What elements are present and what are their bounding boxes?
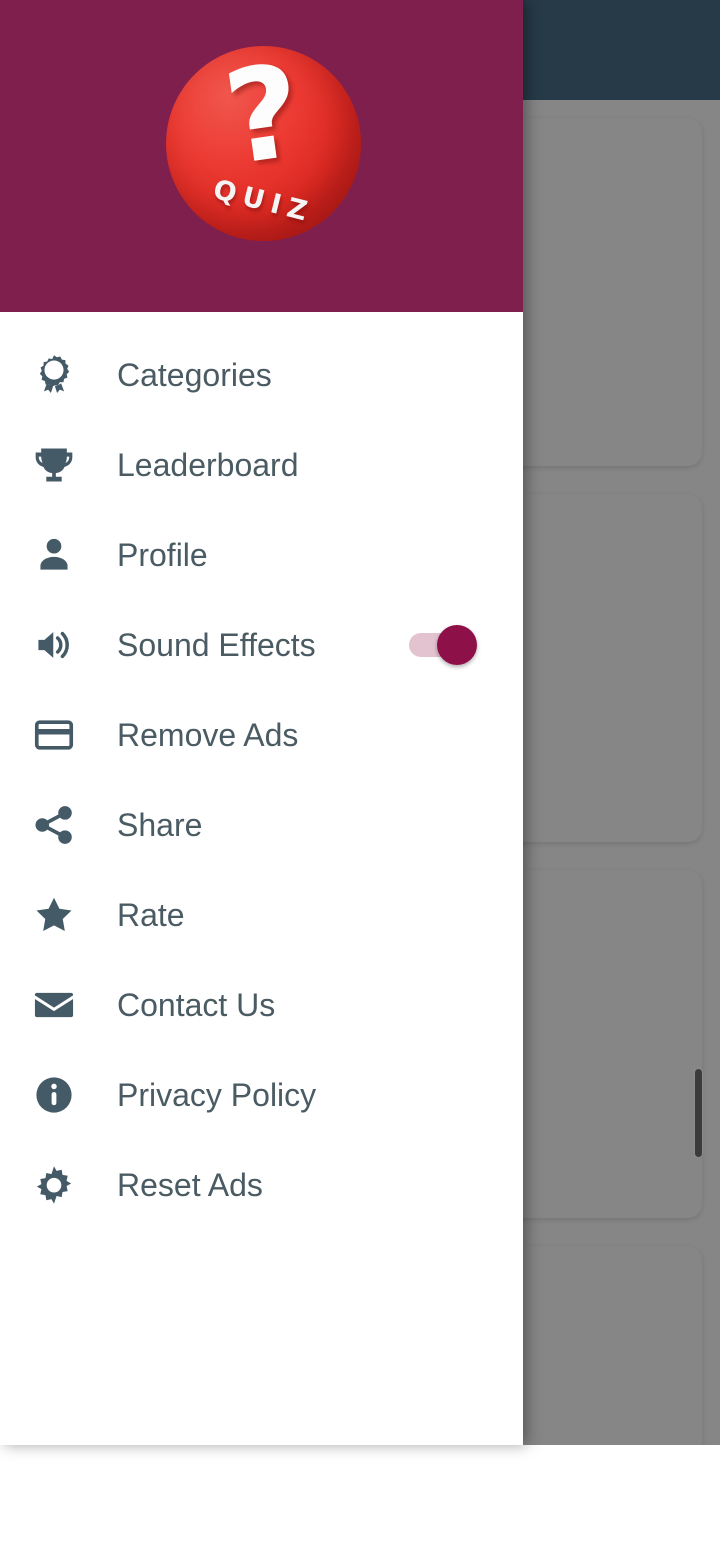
quiz-ball-logo: ? QUIZ [166, 37, 361, 241]
menu-item-remove-ads[interactable]: Remove Ads [0, 690, 523, 780]
navigation-drawer: ? QUIZ Categories Leaderboard Profile So… [0, 0, 523, 1445]
menu-item-leaderboard[interactable]: Leaderboard [0, 420, 523, 510]
menu-item-label: Categories [117, 356, 272, 393]
sound-effects-toggle[interactable] [409, 625, 485, 665]
person-icon [30, 531, 78, 579]
award-badge-icon [30, 351, 78, 399]
menu-item-share[interactable]: Share [0, 780, 523, 870]
menu-item-categories[interactable]: Categories [0, 330, 523, 420]
share-icon [30, 801, 78, 849]
menu-item-label: Sound Effects [117, 626, 316, 663]
credit-card-icon [30, 711, 78, 759]
menu-item-privacy-policy[interactable]: Privacy Policy [0, 1050, 523, 1140]
menu-item-label: Remove Ads [117, 716, 299, 753]
gear-icon [30, 1161, 78, 1209]
envelope-icon [30, 981, 78, 1029]
menu-item-label: Reset Ads [117, 1166, 263, 1203]
scrollbar-track[interactable] [694, 110, 712, 1430]
toggle-thumb [437, 625, 477, 665]
app-screen: Animals Science [0, 0, 720, 1541]
drawer-header: ? QUIZ [0, 0, 523, 312]
volume-up-icon [30, 621, 78, 669]
menu-item-rate[interactable]: Rate [0, 870, 523, 960]
drawer-menu-list: Categories Leaderboard Profile Sound Eff… [0, 312, 523, 1230]
info-circle-icon [30, 1071, 78, 1119]
menu-item-profile[interactable]: Profile [0, 510, 523, 600]
menu-item-label: Leaderboard [117, 446, 299, 483]
menu-item-label: Profile [117, 536, 208, 573]
menu-item-contact-us[interactable]: Contact Us [0, 960, 523, 1050]
trophy-icon [30, 441, 78, 489]
star-icon [30, 891, 78, 939]
menu-item-label: Privacy Policy [117, 1076, 317, 1113]
menu-item-sound-effects[interactable]: Sound Effects [0, 600, 523, 690]
scrollbar-thumb[interactable] [694, 1068, 703, 1158]
menu-item-label: Share [117, 806, 203, 843]
menu-item-reset-ads[interactable]: Reset Ads [0, 1140, 523, 1230]
menu-item-label: Rate [117, 896, 185, 933]
menu-item-label: Contact Us [117, 986, 276, 1023]
